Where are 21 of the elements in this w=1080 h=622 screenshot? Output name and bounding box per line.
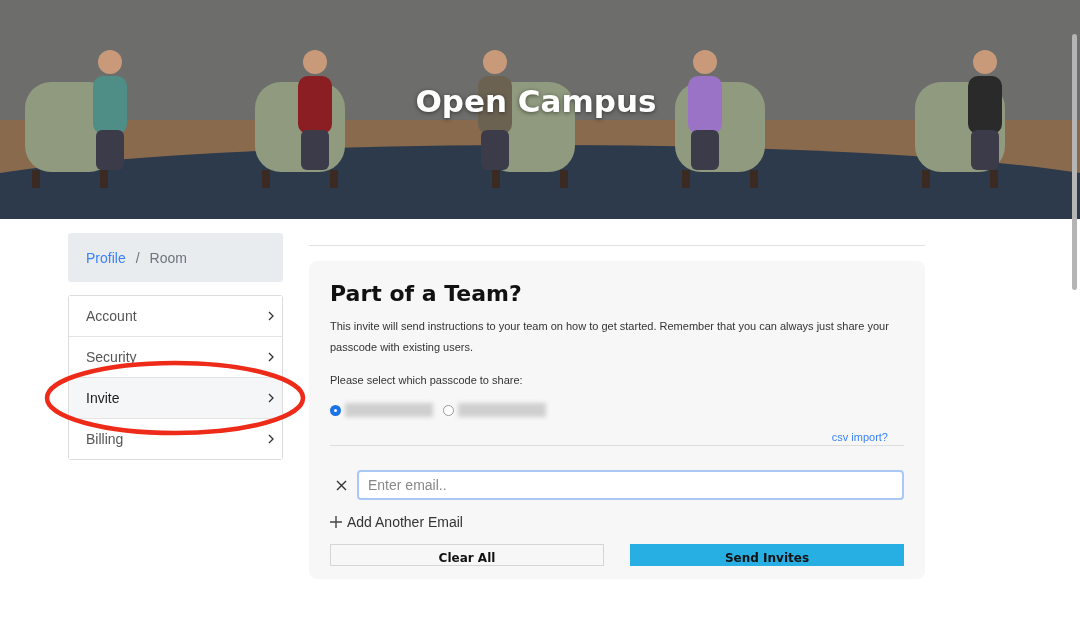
scrollbar[interactable] bbox=[1072, 34, 1077, 290]
radio-button[interactable] bbox=[330, 404, 341, 416]
chevron-icon bbox=[268, 311, 274, 321]
card-description: This invite will send instructions to your team on how to get started. Remember that you can always just share your passcode with existing users. bbox=[330, 319, 890, 355]
menu-item[interactable]: Invite bbox=[69, 378, 282, 418]
passcode-prompt: Please select which passcode to share: bbox=[330, 373, 524, 388]
plus-icon bbox=[330, 516, 342, 528]
hero-title: Open Campus bbox=[415, 82, 657, 119]
radio-button[interactable] bbox=[443, 404, 454, 416]
close-icon[interactable] bbox=[336, 479, 347, 491]
card-title: Part of a Team? bbox=[330, 281, 523, 306]
add-email-link[interactable]: Add Another Email bbox=[330, 514, 463, 530]
send-button[interactable]: Send Invites bbox=[630, 544, 904, 566]
breadcrumb-separator: / bbox=[135, 249, 140, 266]
clear-button[interactable]: Clear All bbox=[330, 544, 604, 566]
csv-import-link[interactable]: csv import? bbox=[831, 431, 888, 443]
chevron-icon bbox=[268, 393, 274, 403]
chevron-icon bbox=[268, 352, 274, 362]
chevron-icon bbox=[268, 434, 274, 444]
breadcrumb-current: Room bbox=[149, 249, 187, 266]
email-input[interactable]: Enter email.. bbox=[357, 470, 904, 500]
